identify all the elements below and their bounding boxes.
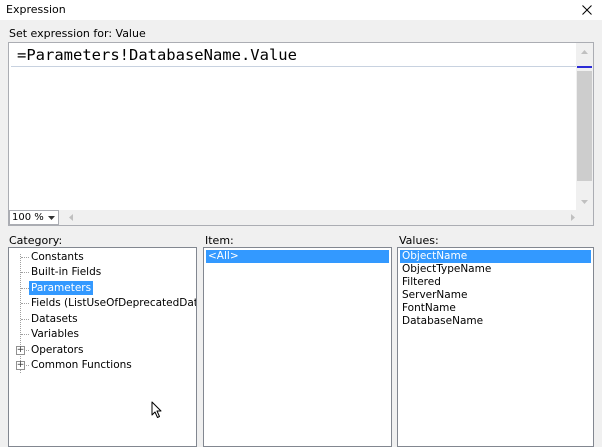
category-item-fields[interactable]: Fields (ListUseOfDeprecatedDataTyp bbox=[29, 296, 196, 310]
list-item-servername[interactable]: ServerName bbox=[400, 289, 467, 302]
item-list[interactable]: <All> bbox=[203, 247, 392, 447]
close-icon bbox=[582, 5, 592, 15]
scroll-position-marker bbox=[577, 66, 592, 68]
values-label: Values: bbox=[399, 234, 439, 247]
scroll-down-button[interactable] bbox=[576, 193, 593, 210]
tree-connector bbox=[21, 257, 29, 258]
tree-connector bbox=[21, 272, 29, 273]
close-button[interactable] bbox=[574, 0, 600, 20]
editor-bottom-bar: 100 % bbox=[9, 210, 593, 225]
category-item-operators[interactable]: Operators bbox=[29, 343, 85, 357]
mouse-pointer-icon bbox=[151, 401, 162, 418]
list-item-filtered[interactable]: Filtered bbox=[400, 276, 441, 289]
list-item-objectname[interactable]: ObjectName bbox=[400, 250, 591, 263]
tree-connector bbox=[21, 288, 29, 289]
category-label: Category: bbox=[9, 234, 63, 247]
chevron-down-icon bbox=[47, 211, 56, 224]
category-item-common-functions[interactable]: Common Functions bbox=[29, 358, 134, 372]
tree-connector bbox=[21, 303, 29, 304]
scroll-thumb[interactable] bbox=[577, 71, 592, 181]
category-item-datasets[interactable]: Datasets bbox=[29, 312, 80, 326]
expression-label: Set expression for: Value bbox=[9, 27, 146, 40]
category-item-parameters[interactable]: Parameters bbox=[29, 281, 94, 295]
title-bar: Expression bbox=[0, 0, 602, 20]
chevron-left-icon bbox=[69, 214, 73, 221]
chevron-up-icon bbox=[581, 49, 588, 54]
tree-connector bbox=[21, 334, 29, 335]
vertical-scrollbar[interactable] bbox=[576, 43, 593, 210]
category-tree[interactable]: Constants Built-in Fields Parameters Fie… bbox=[8, 247, 197, 447]
window-title: Expression bbox=[6, 3, 66, 16]
chevron-down-icon bbox=[581, 199, 588, 204]
expression-text[interactable]: =Parameters!DatabaseName.Value bbox=[17, 46, 297, 64]
list-item-all[interactable]: <All> bbox=[206, 250, 389, 263]
current-line-highlight bbox=[11, 66, 578, 67]
scroll-right-button[interactable] bbox=[569, 212, 577, 223]
list-item-objecttypename[interactable]: ObjectTypeName bbox=[400, 263, 491, 276]
chevron-right-icon bbox=[571, 214, 575, 221]
tree-connector bbox=[21, 319, 29, 320]
expression-editor[interactable]: =Parameters!DatabaseName.Value 100 % bbox=[8, 42, 594, 226]
plus-icon[interactable]: + bbox=[16, 361, 25, 370]
zoom-dropdown[interactable]: 100 % bbox=[9, 210, 59, 225]
category-item-constants[interactable]: Constants bbox=[29, 250, 86, 264]
scroll-up-button[interactable] bbox=[576, 43, 593, 60]
list-item-databasename[interactable]: DatabaseName bbox=[400, 315, 483, 328]
zoom-value: 100 % bbox=[12, 212, 44, 223]
category-item-built-in-fields[interactable]: Built-in Fields bbox=[29, 265, 103, 279]
list-item-fontname[interactable]: FontName bbox=[400, 302, 456, 315]
scroll-left-button[interactable] bbox=[67, 212, 75, 223]
category-item-variables[interactable]: Variables bbox=[29, 327, 81, 341]
values-list[interactable]: ObjectName ObjectTypeName Filtered Serve… bbox=[397, 247, 594, 447]
item-label: Item: bbox=[205, 234, 234, 247]
plus-icon[interactable]: + bbox=[16, 346, 25, 355]
